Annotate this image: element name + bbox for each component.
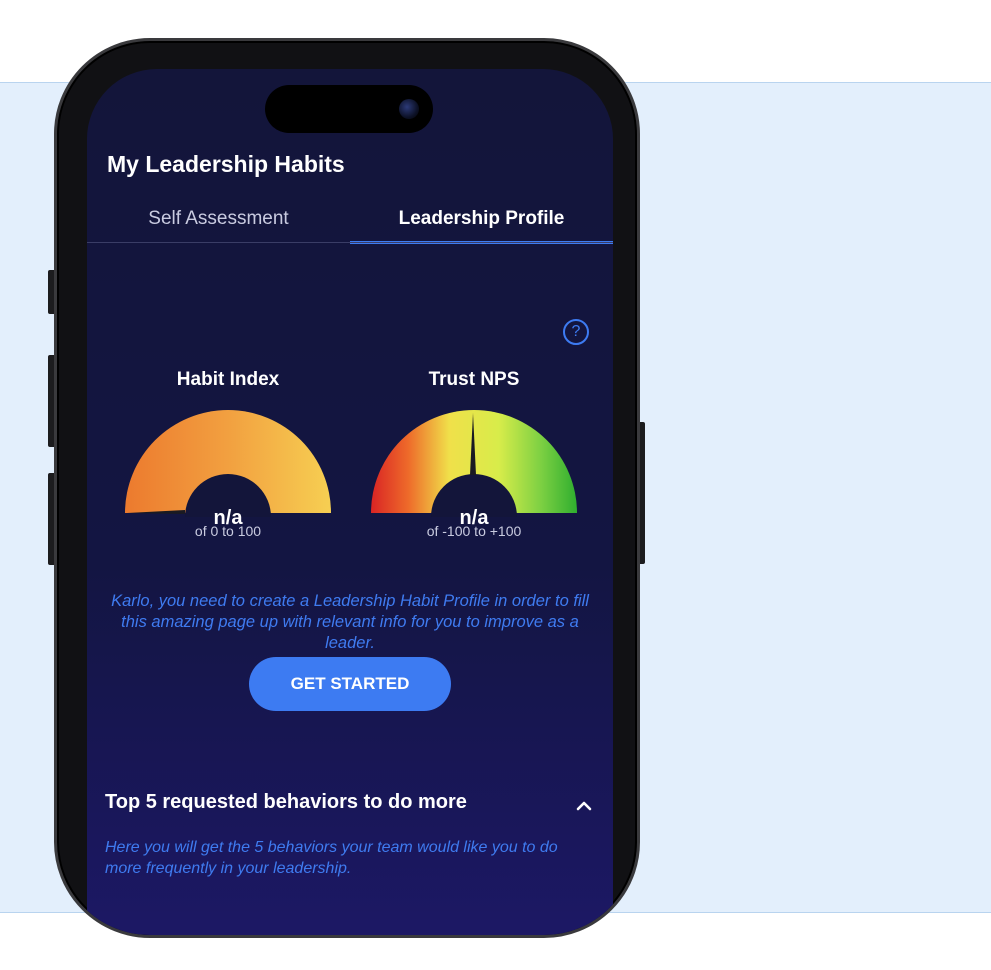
habit-index-title: Habit Index (176, 369, 280, 390)
dynamic-island (265, 85, 433, 133)
page-title: My Leadership Habits (107, 151, 345, 177)
habit-index-gauge: Habit Index n/a of 0 to 100 (123, 369, 333, 539)
app-screen: My Leadership Habits Self Assessment Lea… (87, 69, 613, 935)
habit-index-dial (125, 410, 331, 517)
section-title: Top 5 requested behaviors to do more (105, 791, 467, 813)
trust-nps-value: n/a (459, 507, 489, 529)
tab-leadership-profile[interactable]: Leadership Profile (350, 199, 613, 244)
phone-frame: My Leadership Habits Self Assessment Lea… (54, 38, 640, 938)
habit-index-value: n/a (213, 507, 243, 529)
camera-icon (399, 99, 419, 119)
tab-self-assessment[interactable]: Self Assessment (87, 199, 350, 243)
tab-divider (87, 242, 613, 243)
get-started-button[interactable]: GET STARTED (249, 657, 451, 711)
create-profile-prompt: Karlo, you need to create a Leadership H… (111, 592, 589, 652)
stage: My Leadership Habits Self Assessment Lea… (0, 0, 991, 970)
chevron-up-icon[interactable] (573, 795, 595, 817)
trust-nps-title: Trust NPS (428, 369, 520, 390)
trust-nps-gauge: Trust NPS n/a of -100 to +100 (369, 369, 579, 539)
help-icon[interactable]: ? (563, 319, 589, 345)
section-description: Here you will get the 5 behaviors your t… (105, 839, 558, 877)
trust-nps-dial (371, 410, 577, 517)
tab-bar: Self Assessment Leadership Profile (87, 199, 613, 244)
